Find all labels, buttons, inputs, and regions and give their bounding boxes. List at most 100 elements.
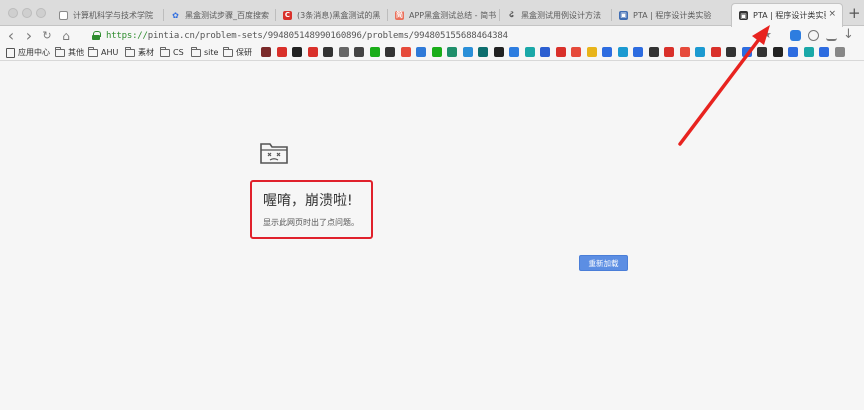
tab-pta[interactable]: ▣ PTA | 程序设计类实验: [612, 4, 730, 26]
tab-pta-active[interactable]: ▣ PTA | 程序设计类实验辅 ×: [731, 3, 843, 27]
bookmark-label: 素材: [138, 48, 154, 57]
home-button[interactable]: ⌂: [59, 27, 73, 44]
tab-test-case-design[interactable]: ઢ 黑盒测试用例设计方法: [500, 4, 612, 26]
close-icon[interactable]: ×: [828, 9, 836, 19]
error-page: 喔唷，崩溃啦! 显示此网页时出了点问题。 重新加载: [0, 62, 864, 410]
bookmark-folder-postgrad[interactable]: 保研: [223, 46, 252, 59]
tab-title: 计算机科学与技术学院: [73, 10, 153, 20]
download-icon[interactable]: [826, 30, 837, 41]
bookmark-site-icon[interactable]: [695, 47, 705, 57]
tab-computer-science[interactable]: 计算机科学与技术学院: [52, 4, 164, 26]
bookmark-site-icon[interactable]: [509, 47, 519, 57]
tab-title: 黑盒测试用例设计方法: [521, 10, 601, 20]
folder-icon: [223, 46, 233, 57]
tab-title: PTA | 程序设计类实验: [633, 10, 712, 20]
forward-button[interactable]: ›: [22, 26, 36, 45]
bookmark-site-icon[interactable]: [602, 47, 612, 57]
bookmark-label: 应用中心: [18, 48, 50, 57]
bookmark-folder-ahu[interactable]: AHU: [88, 46, 118, 59]
download-arrow-icon[interactable]: ↓: [843, 27, 854, 42]
tab-baidu-search[interactable]: ✿ 黑盒测试步骤_百度搜索: [164, 4, 276, 26]
bookmark-site-icon[interactable]: [307, 47, 318, 57]
bookmark-star-icon[interactable]: ★: [762, 28, 772, 41]
bookmark-site-icon[interactable]: [633, 47, 643, 57]
bookmark-site-icon[interactable]: [385, 47, 395, 57]
bookmark-site-icon[interactable]: [524, 47, 535, 57]
pta-icon: ▣: [619, 10, 628, 20]
new-tab-button[interactable]: +: [848, 4, 861, 22]
bookmark-folder-other[interactable]: 其他: [55, 46, 84, 59]
bookmark-site-icon[interactable]: [540, 47, 550, 57]
bookmark-site-icon[interactable]: [648, 47, 659, 57]
sad-tab-icon: [260, 143, 288, 164]
bookmark-site-icon[interactable]: [679, 47, 690, 57]
tab-jianshu[interactable]: 简 APP黑盒测试总结 - 简书: [388, 4, 500, 26]
bookmark-site-icon[interactable]: [710, 47, 721, 57]
bookmark-site-icon[interactable]: [726, 47, 736, 57]
bookmark-site-icon[interactable]: [788, 47, 798, 57]
extension-icon[interactable]: [790, 30, 801, 41]
window-minimize-button[interactable]: [22, 8, 32, 18]
bookmark-site-icon[interactable]: [834, 47, 845, 57]
error-description: 显示此网页时出了点问题。: [263, 218, 359, 227]
pta-icon: ▣: [739, 11, 748, 20]
tab-title: (3条消息)黑盒测试的黑: [297, 10, 381, 20]
bookmark-site-icon[interactable]: [447, 47, 457, 57]
bookmark-apps[interactable]: 应用中心: [6, 46, 50, 59]
bookmark-site-icon[interactable]: [338, 47, 349, 57]
bookmark-site-icon[interactable]: [431, 47, 442, 57]
brand-icon: ઢ: [509, 10, 514, 20]
tab-title: PTA | 程序设计类实验辅: [753, 11, 826, 20]
url-scheme: https://: [106, 30, 148, 41]
address-bar[interactable]: https://pintia.cn/problem-sets/994805148…: [92, 28, 508, 43]
bookmark-site-icon[interactable]: [772, 47, 783, 57]
bookmarks-bar: 应用中心 其他 AHU 素材 CS site 保研: [0, 44, 864, 61]
window-zoom-button[interactable]: [36, 8, 46, 18]
bookmark-site-icon[interactable]: [617, 47, 628, 57]
bookmark-site-icon[interactable]: [555, 47, 566, 57]
tab-csdn[interactable]: C (3条消息)黑盒测试的黑: [276, 4, 388, 26]
bookmark-site-icon[interactable]: [664, 47, 674, 57]
toolbar: ‹ › ↻ ⌂ https://pintia.cn/problem-sets/9…: [0, 26, 864, 45]
bookmark-site-icon[interactable]: [757, 47, 767, 57]
bookmark-site-icon[interactable]: [493, 47, 504, 57]
tab-title: 黑盒测试步骤_百度搜索: [185, 10, 269, 20]
folder-icon: [191, 46, 201, 57]
bookmark-site-icon[interactable]: [416, 47, 426, 57]
error-title: 喔唷，崩溃啦!: [263, 193, 353, 209]
bookmark-site-icon[interactable]: [586, 47, 597, 57]
bookmark-site-icon[interactable]: [261, 47, 271, 57]
lock-icon: [92, 31, 101, 40]
bookmark-site-icon[interactable]: [323, 47, 333, 57]
bookmark-label: 其他: [68, 48, 84, 57]
bookmark-label: site: [204, 48, 219, 57]
reload-button[interactable]: ↻: [40, 27, 54, 44]
bookmark-site-icon[interactable]: [819, 47, 829, 57]
bookmark-site-icon[interactable]: [276, 47, 287, 57]
bookmark-site-icon[interactable]: [369, 47, 380, 57]
bookmark-site-icon[interactable]: [400, 47, 411, 57]
folder-icon: [160, 46, 170, 57]
tab-title: APP黑盒测试总结 - 简书: [409, 10, 497, 20]
baidu-paw-icon: ✿: [172, 10, 179, 20]
window-close-button[interactable]: [8, 8, 18, 18]
bookmark-site-icon[interactable]: [571, 47, 581, 57]
back-button[interactable]: ‹: [4, 26, 18, 45]
error-message-box: 喔唷，崩溃啦! 显示此网页时出了点问题。: [250, 180, 373, 239]
bookmark-site-icon[interactable]: [462, 47, 473, 57]
bookmark-label: 保研: [236, 48, 252, 57]
bookmark-site-icon[interactable]: [354, 47, 364, 57]
csdn-icon: C: [283, 10, 292, 20]
folder-icon: [55, 46, 65, 57]
bookmark-folder-site[interactable]: site: [191, 46, 218, 59]
bookmark-site-icon[interactable]: [803, 47, 814, 57]
reload-page-button[interactable]: 重新加载: [579, 255, 628, 271]
bookmark-folder-materials[interactable]: 素材: [125, 46, 154, 59]
bookmark-site-icon[interactable]: [741, 47, 752, 57]
jianshu-icon: 简: [395, 10, 404, 20]
bookmark-site-icon[interactable]: [292, 47, 302, 57]
undo-icon[interactable]: [808, 30, 819, 41]
bookmark-folder-cs[interactable]: CS: [160, 46, 184, 59]
bookmark-site-icon[interactable]: [478, 47, 488, 57]
url-path: pintia.cn/problem-sets/99480514899016089…: [147, 30, 508, 41]
